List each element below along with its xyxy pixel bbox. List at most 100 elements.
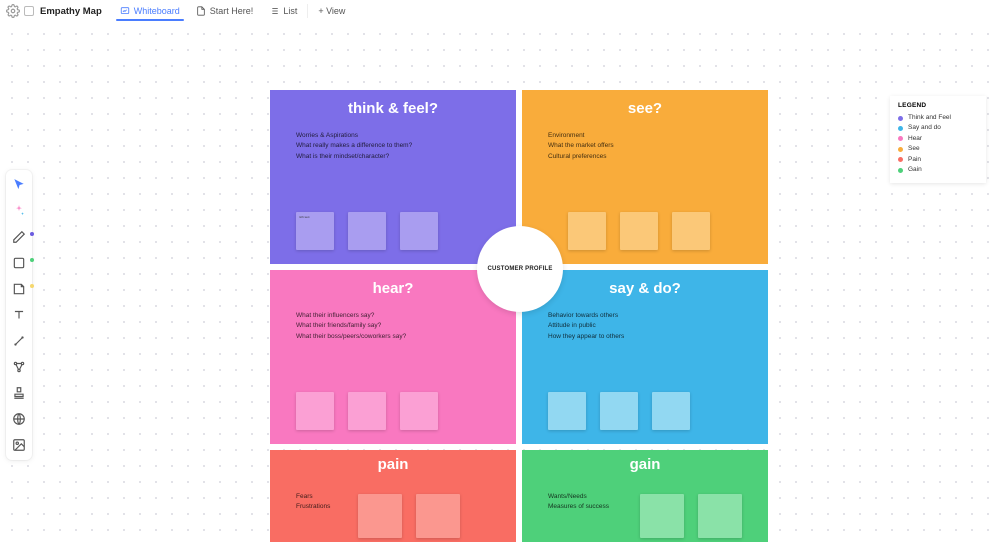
tab-list[interactable]: List — [261, 2, 305, 20]
tool-image[interactable] — [10, 436, 28, 454]
globe-icon — [12, 412, 26, 426]
legend-label: Hear — [908, 134, 922, 144]
prompt-line: Wants/Needs — [548, 492, 609, 502]
tool-web[interactable] — [10, 410, 28, 428]
legend-row: See — [898, 144, 978, 154]
sticky-note[interactable] — [296, 392, 334, 430]
circle-label: CUSTOMER PROFILE — [487, 266, 552, 272]
sticky-note[interactable] — [548, 392, 586, 430]
color-dot — [30, 232, 34, 236]
prompt-line: What really makes a difference to them? — [296, 141, 516, 151]
customer-profile-circle[interactable]: CUSTOMER PROFILE — [477, 226, 563, 312]
nodes-icon — [12, 360, 26, 374]
prompt-line: What is their mindset/character? — [296, 152, 516, 162]
quad-title: gain — [522, 456, 768, 473]
sparkle-icon — [12, 204, 26, 218]
legend-label: Think and Feel — [908, 113, 951, 123]
prompt-line: Worries & Aspirations — [296, 131, 516, 141]
legend-row: Gain — [898, 165, 978, 175]
tool-text[interactable] — [10, 306, 28, 324]
sticky-note[interactable] — [348, 392, 386, 430]
prompt-line: Measures of success — [548, 502, 609, 512]
sticky-note[interactable] — [400, 212, 438, 250]
select-checkbox[interactable] — [24, 6, 34, 16]
legend-dot — [898, 168, 903, 173]
cursor-icon — [12, 178, 26, 192]
sticky-note[interactable] — [358, 494, 402, 538]
legend-dot — [898, 126, 903, 131]
legend-row: Say and do — [898, 123, 978, 133]
sticky-note[interactable] — [620, 212, 658, 250]
sticky-note[interactable] — [348, 212, 386, 250]
tool-sticky[interactable] — [10, 280, 28, 298]
quad-think-feel[interactable]: think & feel? Worries & Aspirations What… — [270, 90, 516, 264]
sticky-note[interactable] — [568, 212, 606, 250]
legend-row: Think and Feel — [898, 113, 978, 123]
sticky-note[interactable] — [672, 212, 710, 250]
tool-select[interactable] — [10, 176, 28, 194]
topbar: Empathy Map Whiteboard Start Here! List … — [0, 0, 1000, 22]
sticky-icon — [12, 282, 26, 296]
legend-card[interactable]: LEGEND Think and Feel Say and do Hear Se… — [890, 96, 986, 183]
tab-label: List — [283, 6, 297, 16]
quad-pain[interactable]: pain Fears Frustrations — [270, 450, 516, 542]
prompt-line: Cultural preferences — [548, 152, 768, 162]
quad-prompts: Wants/Needs Measures of success — [548, 492, 609, 513]
legend-label: See — [908, 144, 920, 154]
quad-hear[interactable]: hear? What their influencers say? What t… — [270, 270, 516, 444]
doc-icon — [196, 6, 206, 16]
stickies-row — [548, 392, 690, 430]
quad-see[interactable]: see? Environment What the market offers … — [522, 90, 768, 264]
quad-gain[interactable]: gain Wants/Needs Measures of success — [522, 450, 768, 542]
prompt-line: What their boss/peers/coworkers say? — [296, 332, 516, 342]
stickies-row — [296, 212, 438, 250]
prompt-line: Frustrations — [296, 502, 330, 512]
tab-whiteboard[interactable]: Whiteboard — [112, 2, 188, 20]
sticky-note[interactable] — [652, 392, 690, 430]
quad-prompts: Fears Frustrations — [296, 492, 330, 513]
tool-stamp[interactable] — [10, 384, 28, 402]
legend-label: Say and do — [908, 123, 941, 133]
whiteboard-icon — [120, 6, 130, 16]
quad-prompts: Worries & Aspirations What really makes … — [296, 131, 516, 162]
prompt-line: Environment — [548, 131, 768, 141]
legend-dot — [898, 116, 903, 121]
empathy-map-board: think & feel? Worries & Aspirations What… — [270, 90, 768, 542]
sticky-note[interactable] — [296, 212, 334, 250]
tool-sidebar — [6, 170, 32, 460]
tab-separator — [307, 4, 308, 18]
quad-title: pain — [270, 456, 516, 473]
quad-say-do[interactable]: say & do? Behavior towards others Attitu… — [522, 270, 768, 444]
legend-dot — [898, 147, 903, 152]
sticky-note[interactable] — [698, 494, 742, 538]
legend-row: Pain — [898, 155, 978, 165]
tool-relation[interactable] — [10, 358, 28, 376]
tab-label: + View — [318, 6, 345, 16]
sticky-note[interactable] — [400, 392, 438, 430]
legend-title: LEGEND — [898, 102, 978, 109]
tool-connector[interactable] — [10, 332, 28, 350]
stickies-row — [640, 494, 742, 538]
tool-pen[interactable] — [10, 228, 28, 246]
stickies-row — [358, 494, 460, 538]
tab-add-view[interactable]: + View — [310, 2, 353, 20]
legend-label: Pain — [908, 155, 921, 165]
pen-icon — [12, 230, 26, 244]
page-title: Empathy Map — [40, 6, 102, 17]
tab-start-here[interactable]: Start Here! — [188, 2, 262, 20]
quad-prompts: What their influencers say? What their f… — [296, 311, 516, 342]
sticky-note[interactable] — [600, 392, 638, 430]
prompt-line: What their friends/family say? — [296, 321, 516, 331]
tool-shape[interactable] — [10, 254, 28, 272]
whiteboard-canvas[interactable]: think & feel? Worries & Aspirations What… — [0, 22, 1000, 542]
prompt-line: Attitude in public — [548, 321, 768, 331]
gear-icon[interactable] — [6, 4, 20, 18]
prompt-line: Fears — [296, 492, 330, 502]
sticky-note[interactable] — [640, 494, 684, 538]
sticky-note[interactable] — [416, 494, 460, 538]
prompt-line: What their influencers say? — [296, 311, 516, 321]
wand-icon — [12, 334, 26, 348]
stickies-row — [296, 392, 438, 430]
list-icon — [269, 6, 279, 16]
tool-ai[interactable] — [10, 202, 28, 220]
